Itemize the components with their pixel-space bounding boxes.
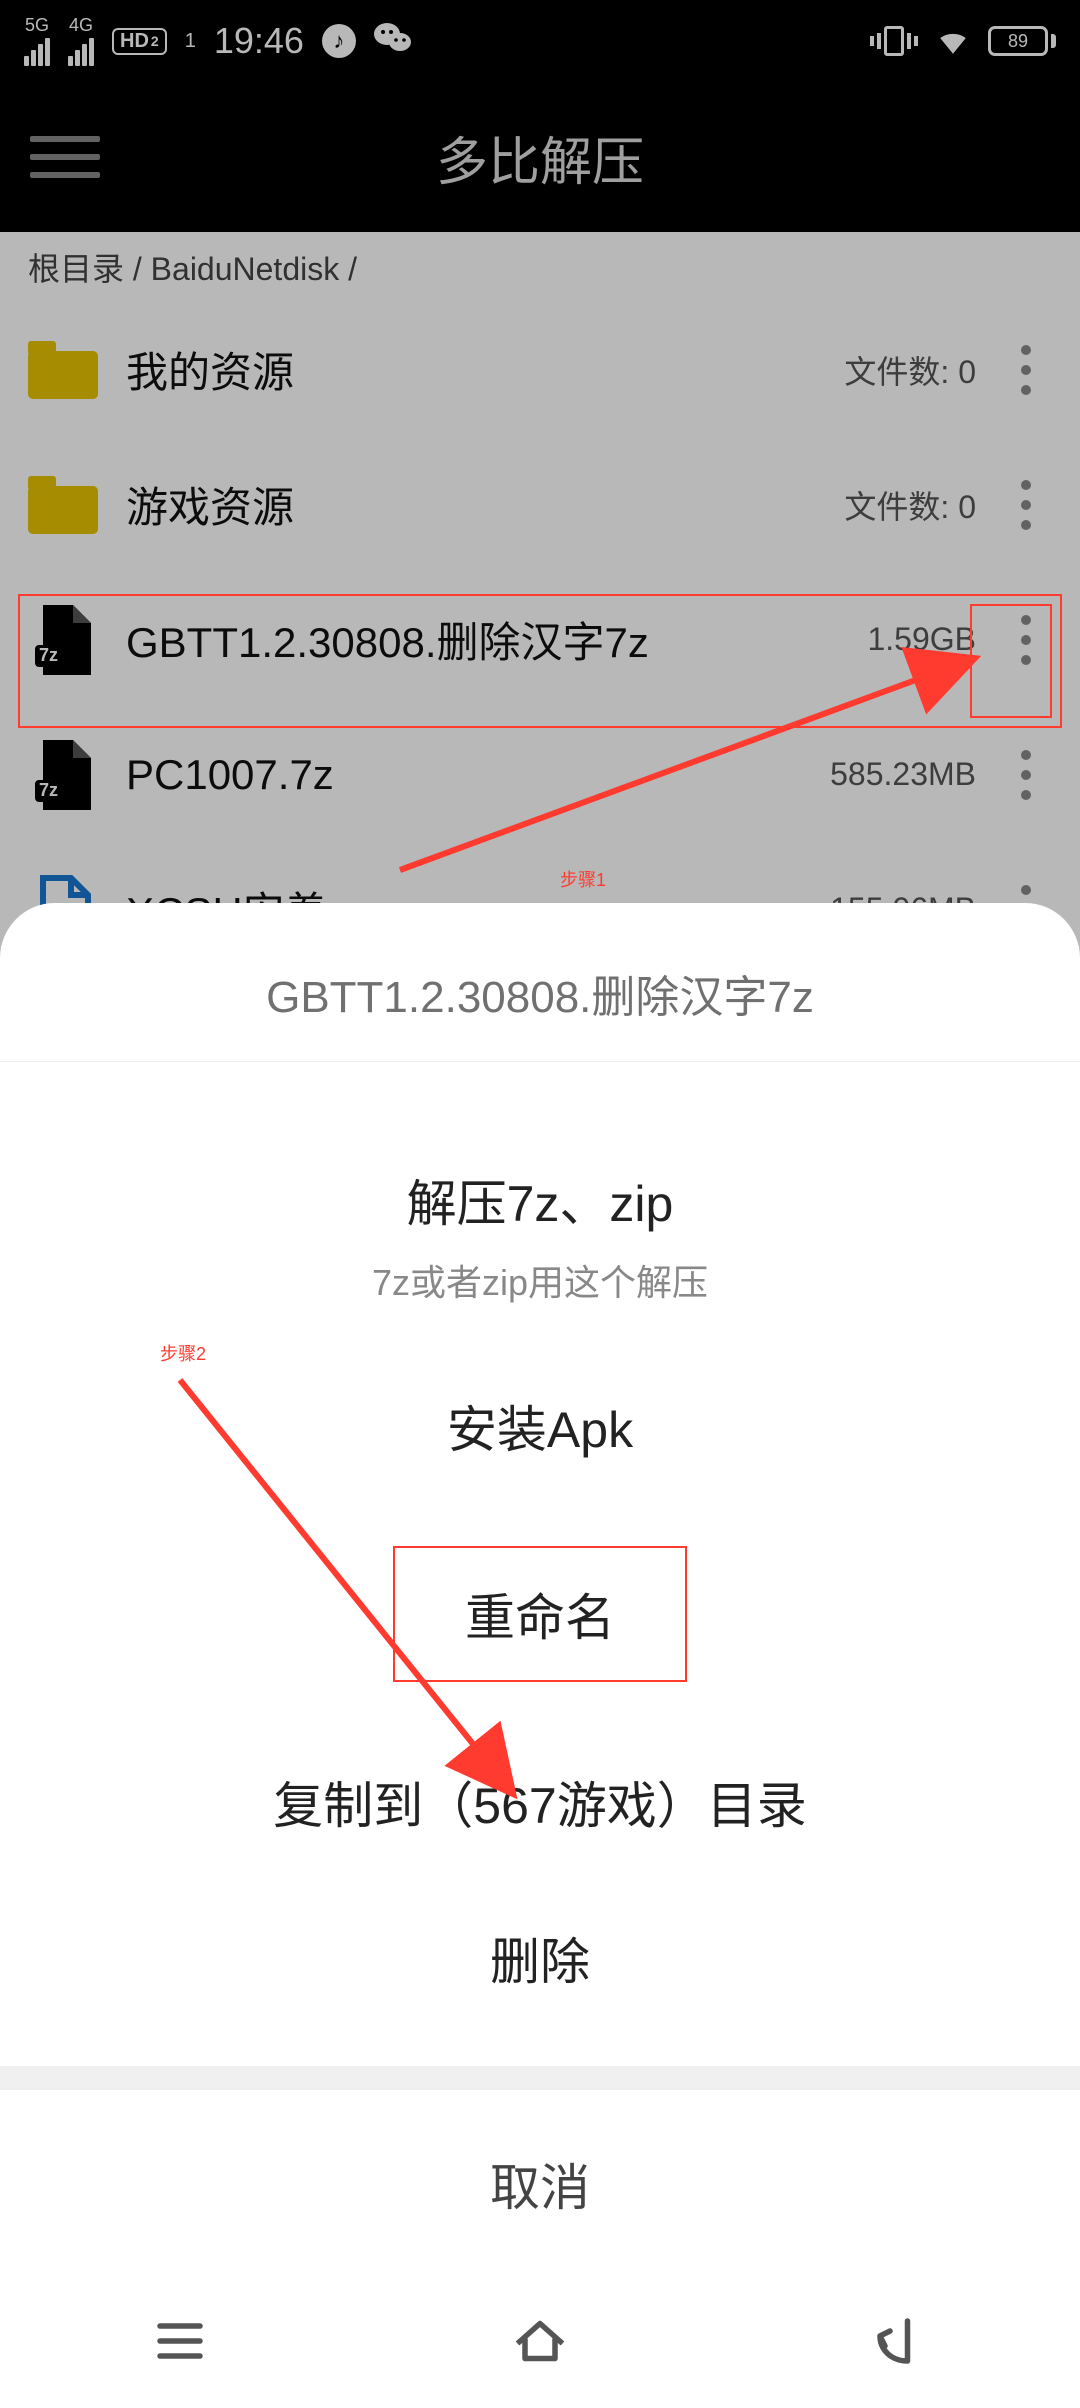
sheet-option-label: 安装Apk xyxy=(0,1390,1080,1462)
sheet-option[interactable]: 解压7z、zip 7z或者zip用这个解压 xyxy=(0,1122,1080,1348)
annotation-step1-label: 步骤1 xyxy=(560,866,606,892)
sheet-title: GBTT1.2.30808.删除汉字7z xyxy=(0,903,1080,1061)
sheet-option-label: 解压7z、zip xyxy=(0,1164,1080,1236)
annotation-step2-label: 步骤2 xyxy=(160,1340,206,1366)
sheet-option[interactable]: 重命名 xyxy=(0,1504,1080,1724)
sheet-option[interactable]: 删除 xyxy=(0,1880,1080,2036)
action-sheet: GBTT1.2.30808.删除汉字7z 解压7z、zip 7z或者zip用这个解… xyxy=(0,903,1080,2278)
sheet-option[interactable]: 复制到（567游戏）目录 xyxy=(0,1724,1080,1880)
sheet-option-sub: 7z或者zip用这个解压 xyxy=(0,1254,1080,1306)
sheet-cancel-button[interactable]: 取消 xyxy=(0,2090,1080,2278)
sheet-option[interactable]: 安装Apk xyxy=(0,1348,1080,1504)
nav-back-icon[interactable] xyxy=(870,2311,930,2376)
annotation-highlight-option: 重命名 xyxy=(393,1546,687,1682)
nav-home-icon[interactable] xyxy=(510,2311,570,2376)
system-navbar xyxy=(0,2278,1080,2408)
sheet-option-label: 重命名 xyxy=(465,1578,615,1650)
sheet-option-label: 复制到（567游戏）目录 xyxy=(0,1766,1080,1838)
nav-recent-icon[interactable] xyxy=(150,2311,210,2376)
sheet-option-label: 删除 xyxy=(0,1922,1080,1994)
